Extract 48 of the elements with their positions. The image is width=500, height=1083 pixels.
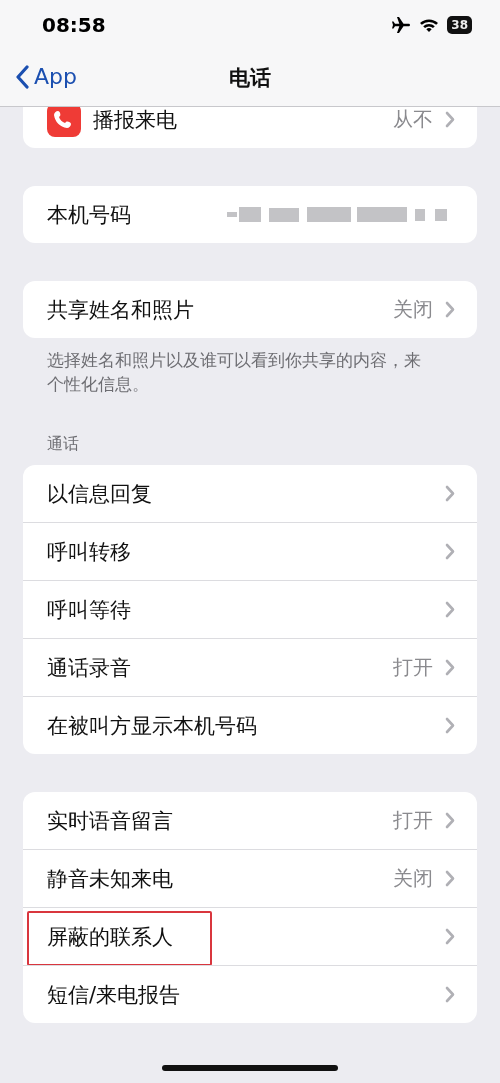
- row-label: 实时语音留言: [47, 807, 174, 835]
- settings-card[interactable]: 共享姓名和照片 关闭: [23, 281, 477, 338]
- chevron-icon: [445, 111, 455, 128]
- chevron-icon: [445, 870, 455, 887]
- back-chevron-icon: [16, 64, 30, 89]
- chevron-icon: [445, 659, 455, 676]
- section-footer: 选择姓名和照片以及谁可以看到你共享的内容，来个性化信息。: [47, 348, 437, 396]
- back-button[interactable]: App: [12, 60, 81, 93]
- row-label: 播报来电: [93, 107, 178, 134]
- row-label: 以信息回复: [47, 480, 153, 508]
- settings-row[interactable]: 以信息回复: [23, 465, 477, 522]
- row-label: 共享姓名和照片: [47, 296, 195, 324]
- row-value: 打开: [393, 807, 433, 834]
- chevron-icon: [445, 717, 455, 734]
- row-label: 短信/来电报告: [47, 981, 182, 1009]
- chevron-icon: [445, 986, 455, 1003]
- settings-card[interactable]: 本机号码: [23, 186, 477, 243]
- settings-row[interactable]: 屏蔽的联系人: [23, 907, 477, 965]
- chevron-icon: [445, 543, 455, 560]
- row-value: 关闭: [393, 865, 433, 892]
- row-label: 呼叫等待: [47, 596, 132, 624]
- page-title: 电话: [229, 65, 271, 92]
- settings-row[interactable]: 短信/来电报告: [23, 965, 477, 1023]
- chevron-icon: [445, 601, 455, 618]
- chevron-icon: [445, 485, 455, 502]
- status-time: 08:58: [42, 13, 106, 37]
- settings-row[interactable]: 呼叫等待: [23, 580, 477, 638]
- battery-level: 38: [447, 16, 472, 34]
- settings-card[interactable]: 播报来电 从不: [23, 107, 477, 148]
- row-label: 呼叫转移: [47, 538, 132, 566]
- row-label: 本机号码: [47, 201, 132, 229]
- row-value: 关闭: [393, 296, 433, 323]
- settings-row[interactable]: 静音未知来电 关闭: [23, 849, 477, 907]
- chevron-icon: [445, 812, 455, 829]
- settings-row[interactable]: 呼叫转移: [23, 522, 477, 580]
- row-label: 通话录音: [47, 654, 132, 682]
- row-value: 从不: [393, 107, 433, 133]
- settings-row[interactable]: 实时语音留言 打开: [23, 792, 477, 849]
- section-header: 通话: [47, 434, 80, 455]
- settings-row[interactable]: 通话录音 打开: [23, 638, 477, 696]
- row-label: 屏蔽的联系人: [47, 923, 174, 951]
- chevron-icon: [445, 301, 455, 318]
- chevron-icon: [445, 928, 455, 945]
- row-label: 静音未知来电: [47, 865, 174, 893]
- row-value: 打开: [393, 654, 433, 681]
- row-label: 在被叫方显示本机号码: [47, 712, 258, 740]
- settings-row[interactable]: 在被叫方显示本机号码: [23, 696, 477, 754]
- wifi-icon: [419, 17, 440, 33]
